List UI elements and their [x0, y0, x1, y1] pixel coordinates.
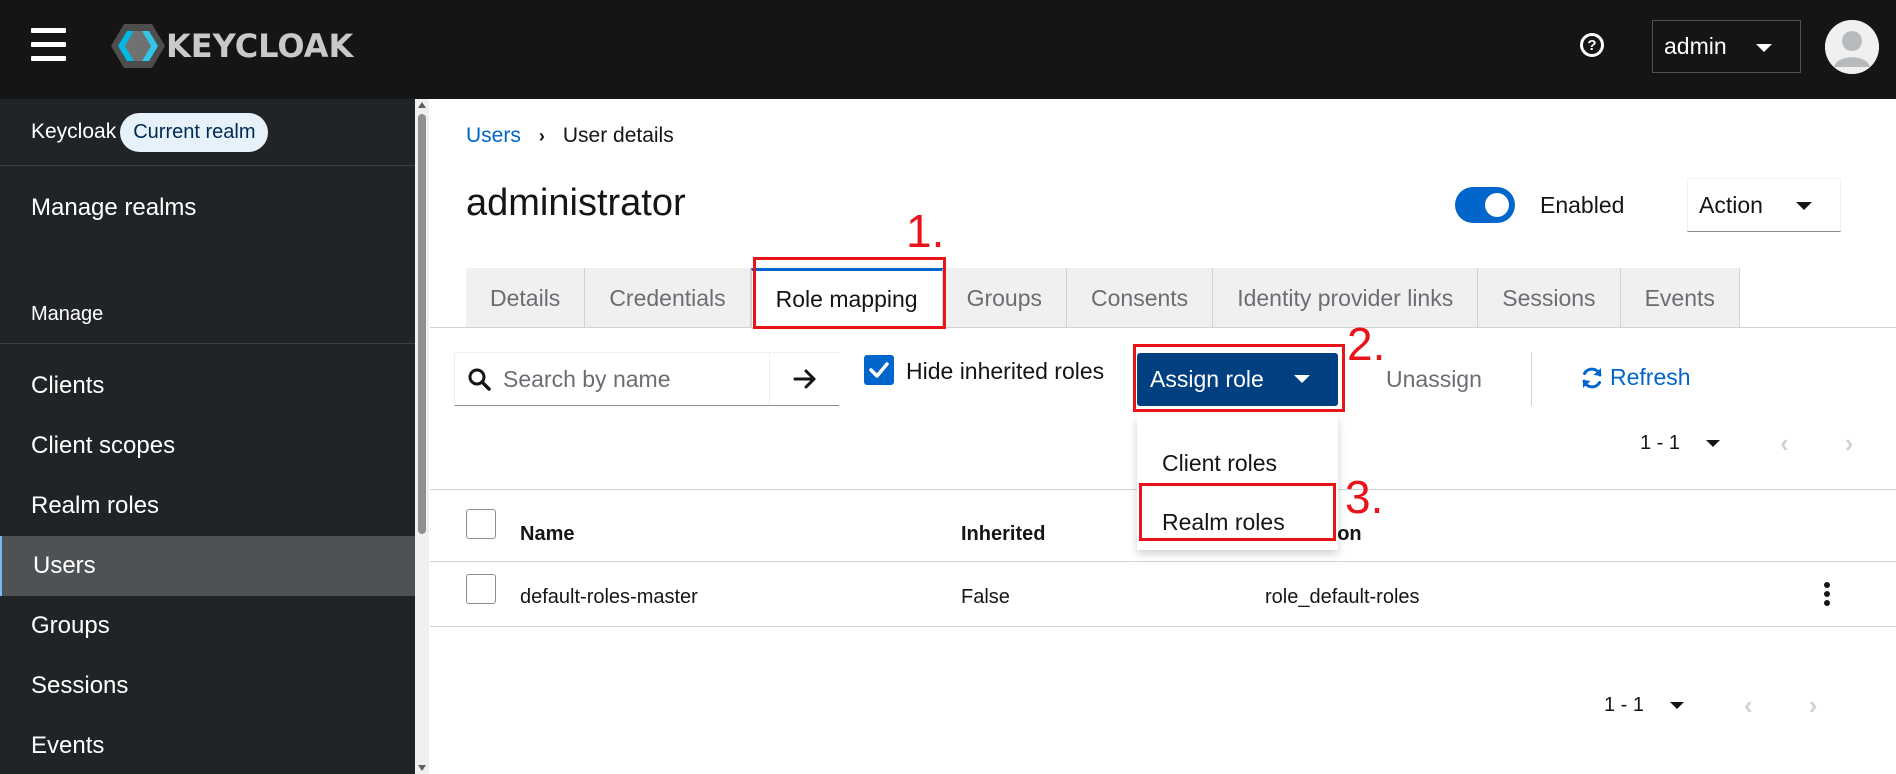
action-dropdown[interactable]: Action [1687, 178, 1841, 232]
role-inherited-cell: False [961, 586, 1010, 608]
pagination-bottom: 1 - 1 ‹ › [1604, 690, 1817, 721]
page-title: administrator [466, 182, 686, 224]
breadcrumb-users-link[interactable]: Users [466, 124, 521, 148]
sidebar-divider [0, 343, 415, 344]
caret-down-icon[interactable] [1670, 702, 1685, 709]
refresh-label: Refresh [1610, 364, 1691, 390]
refresh-button[interactable]: Refresh [1580, 364, 1691, 391]
pagination-range[interactable]: 1 - 1 [1640, 432, 1680, 455]
sidebar: Keycloak Current realm Manage realms Man… [0, 99, 415, 774]
tab-groups[interactable]: Groups [942, 268, 1068, 328]
scrollbar-thumb[interactable] [418, 114, 426, 534]
user-menu-label: admin [1664, 33, 1727, 59]
hamburger-icon[interactable] [31, 28, 66, 62]
enabled-toggle[interactable] [1455, 187, 1515, 223]
column-header-inherited[interactable]: Inherited [961, 523, 1045, 546]
select-all-checkbox[interactable] [466, 509, 496, 539]
refresh-icon [1582, 367, 1602, 388]
realm-selector[interactable]: Keycloak Current realm [0, 99, 415, 166]
table-row-divider [430, 626, 1896, 627]
toolbar-separator [1531, 352, 1532, 406]
sidebar-section-manage: Manage [31, 303, 104, 325]
breadcrumb-current: User details [562, 124, 674, 147]
toggle-knob [1485, 193, 1509, 217]
tab-consents[interactable]: Consents [1067, 268, 1214, 328]
tab-credentials[interactable]: Credentials [585, 268, 751, 328]
sidebar-item-groups[interactable]: Groups [0, 596, 415, 656]
annotation-box-assign-role [1133, 344, 1345, 412]
previous-page-icon[interactable]: ‹ [1780, 428, 1789, 459]
sidebar-item-clients[interactable]: Clients [0, 356, 415, 416]
role-name-cell: default-roles-master [520, 586, 698, 608]
annotation-box-realm-roles [1139, 483, 1336, 541]
hide-inherited-label: Hide inherited roles [906, 358, 1105, 384]
arrow-right-icon [793, 369, 815, 389]
brand-text: KEYCLOAK [166, 27, 354, 65]
sidebar-item-realm-roles[interactable]: Realm roles [0, 476, 415, 536]
avatar-icon [1825, 20, 1879, 74]
tab-sessions[interactable]: Sessions [1478, 268, 1621, 328]
pagination-top: 1 - 1 ‹ › [1640, 428, 1853, 459]
caret-down-icon [1756, 44, 1772, 52]
annotation-step-3: 3. [1345, 471, 1384, 523]
pagination-range[interactable]: 1 - 1 [1604, 694, 1644, 717]
help-icon[interactable]: ? [1580, 33, 1604, 57]
tab-events[interactable]: Events [1620, 268, 1740, 328]
hide-inherited-checkbox[interactable] [864, 355, 894, 385]
enabled-label: Enabled [1540, 192, 1625, 218]
keycloak-hexagon-icon [111, 24, 165, 68]
table-row-divider [430, 561, 1896, 562]
search-input[interactable] [503, 365, 768, 393]
next-page-icon[interactable]: › [1809, 690, 1818, 721]
scroll-up-icon[interactable] [418, 102, 426, 108]
annotation-step-1: 1. [906, 205, 945, 257]
next-page-icon[interactable]: › [1845, 428, 1854, 459]
keycloak-logo[interactable]: KEYCLOAK [110, 22, 353, 70]
annotation-step-2: 2. [1347, 318, 1386, 370]
caret-down-icon[interactable] [1706, 440, 1721, 447]
masthead: KEYCLOAK ? admin [0, 0, 1896, 99]
breadcrumb: Users › User details [466, 124, 674, 148]
current-realm-badge: Current realm [120, 112, 269, 152]
sidebar-item-users[interactable]: Users [0, 536, 415, 596]
search-icon [468, 368, 491, 391]
annotation-box-role-mapping [753, 257, 946, 329]
row-checkbox[interactable] [466, 574, 496, 604]
avatar[interactable] [1825, 20, 1879, 74]
sidebar-item-client-scopes[interactable]: Client scopes [0, 416, 415, 476]
tab-details[interactable]: Details [466, 268, 586, 328]
previous-page-icon[interactable]: ‹ [1744, 690, 1753, 721]
tab-identity-provider-links[interactable]: Identity provider links [1213, 268, 1479, 328]
search-submit-button[interactable] [769, 353, 839, 405]
user-menu-dropdown[interactable]: admin [1652, 20, 1801, 73]
action-label: Action [1699, 191, 1763, 218]
user-tabs: Details Credentials Role mapping Groups … [466, 268, 1740, 328]
sidebar-scrollbar[interactable] [415, 99, 429, 774]
check-icon [869, 362, 889, 378]
role-description-cell: role_default-roles [1265, 586, 1420, 608]
column-header-name[interactable]: Name [520, 523, 574, 546]
tabs-divider [430, 327, 1896, 328]
scroll-down-icon[interactable] [418, 765, 426, 771]
kebab-menu-icon[interactable] [1822, 582, 1832, 608]
sidebar-item-manage-realms[interactable]: Manage realms [0, 178, 415, 238]
realm-name: Keycloak [31, 120, 117, 143]
chevron-right-icon: › [538, 125, 545, 146]
sidebar-item-events[interactable]: Events [0, 716, 415, 774]
sidebar-item-sessions[interactable]: Sessions [0, 656, 415, 716]
unassign-button[interactable]: Unassign [1386, 366, 1482, 393]
role-search [454, 352, 839, 406]
caret-down-icon [1796, 202, 1812, 210]
